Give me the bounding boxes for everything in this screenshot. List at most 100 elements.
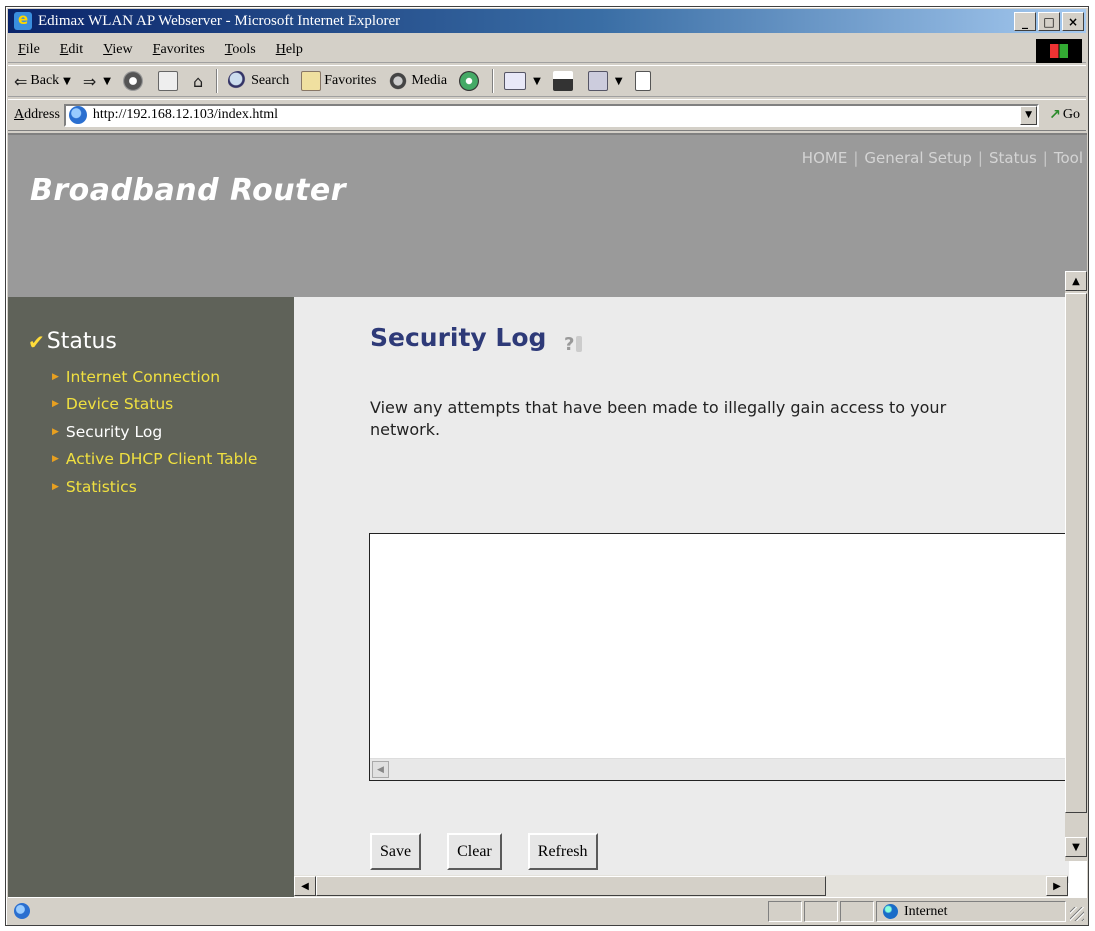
page-vertical-scrollbar[interactable]: ▲ ▼ <box>1065 271 1087 861</box>
scroll-down-icon[interactable]: ▼ <box>1065 837 1087 857</box>
address-input[interactable]: http://192.168.12.103/index.html ▼ <box>63 103 1040 127</box>
page-description: View any attempts that have been made to… <box>370 398 947 439</box>
security-zone-label: Internet <box>904 903 948 919</box>
menu-edit[interactable]: Edit <box>50 42 93 58</box>
history-button[interactable] <box>459 71 482 91</box>
checkmark-icon: ✔ <box>28 329 45 354</box>
clear-button[interactable]: Clear <box>447 833 502 870</box>
refresh-button[interactable] <box>157 71 181 91</box>
refresh-log-button[interactable]: Refresh <box>527 833 598 870</box>
scroll-left-icon[interactable]: ◀ <box>294 876 316 896</box>
arrow-right-icon: ▶ <box>52 399 59 410</box>
back-button[interactable]: ⇐ Back ▼ <box>14 72 71 91</box>
arrow-right-icon: ▶ <box>52 426 59 437</box>
edit-button[interactable]: ▼ <box>587 71 623 91</box>
sidebar-item-internet-connection[interactable]: ▶ Internet Connection <box>52 363 257 391</box>
nav-tool[interactable]: Tool <box>1054 149 1083 167</box>
page-icon <box>68 106 87 124</box>
status-panels: Internet <box>766 901 1066 922</box>
go-button[interactable]: ↗ Go <box>1049 107 1080 123</box>
menu-tools[interactable]: Tools <box>215 42 266 58</box>
scroll-left-icon[interactable]: ◀ <box>372 761 389 778</box>
resize-grip[interactable] <box>1070 907 1084 921</box>
scroll-up-icon[interactable]: ▲ <box>1065 271 1087 291</box>
horizontal-scroll-thumb[interactable] <box>316 876 826 896</box>
main-content: Security Log ? View any attempts that ha… <box>294 297 1069 883</box>
log-horizontal-scrollbar[interactable]: ◀ <box>370 758 1069 780</box>
stop-icon <box>122 71 143 91</box>
back-arrow-icon: ⇐ <box>14 71 28 91</box>
page-horizontal-scrollbar[interactable]: ◀ ▶ <box>294 875 1068 897</box>
discuss-icon <box>634 71 651 91</box>
sidebar-menu: ▶ Internet Connection ▶ Device Status ▶ Sec… <box>52 363 257 501</box>
sidebar-item-active-dhcp-client-table[interactable]: ▶ Active DHCP Client Table <box>52 446 257 474</box>
stop-button[interactable] <box>122 71 146 91</box>
print-icon <box>552 71 573 91</box>
history-icon <box>459 71 480 91</box>
print-button[interactable] <box>552 71 576 91</box>
vertical-scroll-thumb[interactable] <box>1065 293 1087 813</box>
sidebar-item-device-status[interactable]: ▶ Device Status <box>52 391 257 419</box>
scroll-right-icon[interactable]: ▶ <box>1046 876 1068 896</box>
status-bar: Internet <box>8 897 1086 923</box>
title-bar[interactable]: Edimax WLAN AP Webserver - Microsoft Int… <box>8 9 1086 33</box>
chevron-down-icon[interactable]: ▼ <box>103 76 111 87</box>
toolbar-divider <box>216 69 219 93</box>
favorites-label: Favorites <box>324 73 377 88</box>
chevron-down-icon[interactable]: ▼ <box>615 76 623 87</box>
log-action-buttons: Save Clear Refresh <box>370 833 624 870</box>
arrow-right-icon: ▶ <box>52 454 59 465</box>
address-dropdown-button[interactable]: ▼ <box>1020 105 1038 125</box>
menu-view[interactable]: View <box>93 42 143 58</box>
address-bar: Address http://192.168.12.103/index.html… <box>8 99 1086 131</box>
minimize-button[interactable]: _ <box>1014 12 1036 31</box>
refresh-icon <box>157 71 178 91</box>
nav-separator: | <box>977 149 983 167</box>
top-navigation: HOME | General Setup | Status | Tool <box>802 149 1083 167</box>
maximize-button[interactable]: □ <box>1038 12 1060 31</box>
search-label: Search <box>251 73 290 88</box>
globe-icon <box>883 904 898 919</box>
nav-status[interactable]: Status <box>989 149 1037 167</box>
mail-button[interactable]: ▼ <box>504 72 541 90</box>
media-button[interactable]: Media <box>388 71 447 91</box>
favorites-button[interactable]: Favorites <box>301 71 376 91</box>
status-panel <box>840 901 874 922</box>
nav-separator: | <box>853 149 859 167</box>
window-title: Edimax WLAN AP Webserver - Microsoft Int… <box>38 12 401 29</box>
save-button[interactable]: Save <box>370 833 422 870</box>
edit-icon <box>587 71 608 91</box>
nav-home[interactable]: HOME <box>802 149 848 167</box>
forward-button[interactable]: ⇒ ▼ <box>83 72 111 91</box>
help-icon[interactable]: ? <box>564 333 588 355</box>
nav-general-setup[interactable]: General Setup <box>864 149 972 167</box>
menu-help[interactable]: Help <box>266 42 313 58</box>
sidebar-item-label: Internet Connection <box>65 367 221 386</box>
router-banner: Broadband Router HOME | General Setup | Stat… <box>8 135 1087 297</box>
close-button[interactable]: × <box>1062 12 1084 31</box>
menu-file[interactable]: File <box>8 42 50 58</box>
go-label: Go <box>1062 107 1080 122</box>
media-icon <box>388 71 409 91</box>
chevron-down-icon[interactable]: ▼ <box>533 76 541 87</box>
page-viewport: Broadband Router HOME | General Setup | Stat… <box>8 133 1087 898</box>
security-zone: Internet <box>876 901 1066 922</box>
menu-favorites[interactable]: Favorites <box>143 42 215 58</box>
search-button[interactable]: Search <box>228 71 289 91</box>
address-url[interactable]: http://192.168.12.103/index.html <box>93 107 278 123</box>
mail-icon <box>504 72 527 90</box>
sidebar-item-statistics[interactable]: ▶ Statistics <box>52 473 257 501</box>
sidebar-title: ✔ Status <box>28 329 117 354</box>
sidebar-item-label: Device Status <box>65 395 174 414</box>
page-status-icon <box>14 902 30 919</box>
toolbar-divider <box>492 69 495 93</box>
internet-explorer-icon <box>14 10 32 30</box>
toolbar: ⇐ Back ▼ ⇒ ▼ ⌂ Search Favorites Media ▼ <box>8 65 1086 97</box>
sidebar-item-label: Security Log <box>65 422 163 441</box>
sidebar: ✔ Status ▶ Internet Connection ▶ Device St… <box>8 297 294 898</box>
security-log-textarea[interactable]: ◀ <box>369 533 1069 781</box>
chevron-down-icon[interactable]: ▼ <box>63 76 71 87</box>
home-button[interactable]: ⌂ <box>193 72 206 91</box>
sidebar-item-security-log[interactable]: ▶ Security Log <box>52 418 257 446</box>
discuss-button[interactable] <box>634 71 654 91</box>
